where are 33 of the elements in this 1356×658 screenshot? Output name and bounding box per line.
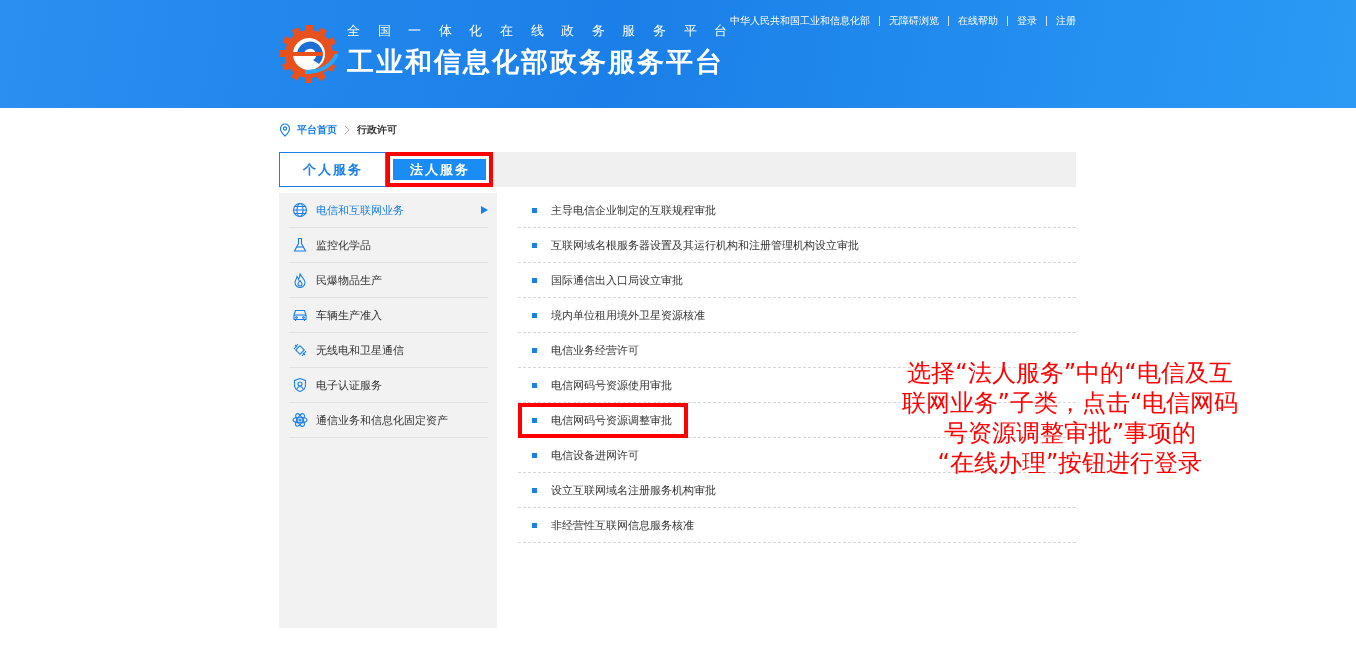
service-tab[interactable]: 个人服务 (279, 152, 386, 187)
service-item-link[interactable]: 国际通信出入口局设立审批 (518, 263, 699, 297)
gear-e-logo-icon (279, 24, 339, 84)
category-item[interactable]: 通信业务和信息化固定资产 (289, 403, 488, 438)
platform-title: 工业和信息化部政务服务平台 (347, 45, 725, 79)
top-nav-link[interactable]: 无障碍浏览 (889, 14, 939, 28)
breadcrumb-current: 行政许可 (357, 123, 397, 137)
flask-icon (292, 237, 308, 253)
service-item-link[interactable]: 境内单位租用境外卫星资源核准 (518, 298, 721, 332)
caret-right-icon (481, 206, 488, 214)
flame-icon (292, 272, 308, 288)
service-item-link[interactable]: 电信设备进网许可 (518, 438, 655, 472)
service-item-link[interactable]: 电信业务经营许可 (518, 333, 655, 367)
category-item[interactable]: 民爆物品生产 (289, 263, 488, 298)
service-item-link[interactable]: 互联网域名根服务器设置及其运行机构和注册管理机构设立审批 (518, 228, 875, 262)
service-item-link[interactable]: 非经营性互联网信息服务核准 (518, 508, 710, 542)
category-item[interactable]: 电子认证服务 (289, 368, 488, 403)
annotation-note: 选择“法人服务”中的“电信及互 联网业务”子类，点击“电信网码 号资源调整审批”事项的 “在线办理”按钮进行登录 (900, 358, 1240, 478)
category-item[interactable]: 车辆生产准入 (289, 298, 488, 333)
service-item-link[interactable]: 电信网码号资源调整审批 (518, 403, 688, 438)
shield-user-icon (292, 377, 308, 393)
car-icon (292, 307, 308, 323)
breadcrumb-home-link[interactable]: 平台首页 (297, 123, 337, 137)
service-item-link[interactable]: 电信网码号资源使用审批 (518, 368, 688, 402)
location-pin-icon (279, 123, 291, 137)
service-item-link[interactable]: 主导电信企业制定的互联规程审批 (518, 193, 732, 227)
category-item[interactable]: 电信和互联网业务 (289, 193, 488, 228)
chevron-right-icon (343, 125, 351, 135)
category-item[interactable]: 监控化学品 (289, 228, 488, 263)
atom-icon (292, 412, 308, 428)
service-item-link[interactable]: 设立互联网域名注册服务机构审批 (518, 473, 732, 507)
category-item[interactable]: 无线电和卫星通信 (289, 333, 488, 368)
globe-icon (292, 202, 308, 218)
